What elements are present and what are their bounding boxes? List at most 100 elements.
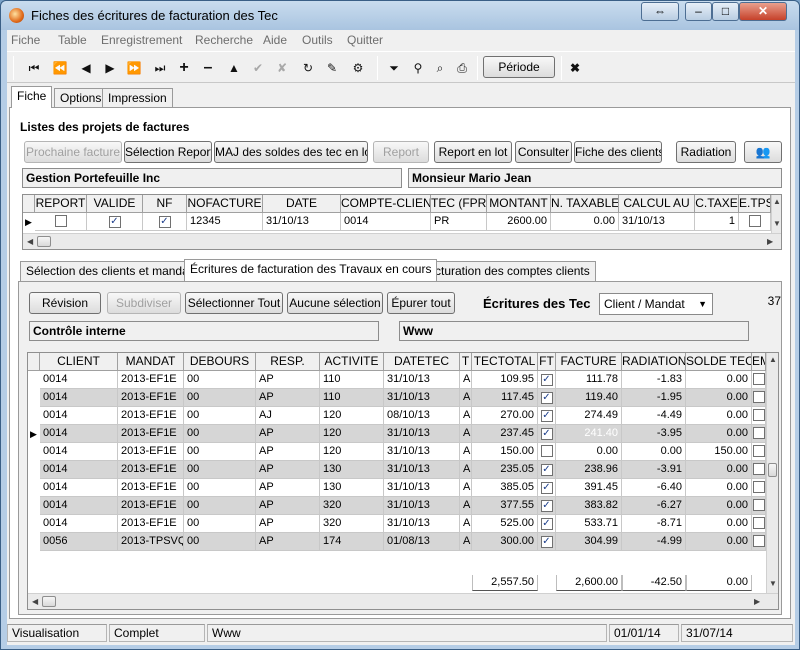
em-checkbox[interactable] xyxy=(752,463,765,475)
cell-ft[interactable]: ✓ xyxy=(538,389,556,407)
ft-checkbox[interactable]: ✓ xyxy=(540,482,553,494)
cell-montant[interactable]: 2600.00 xyxy=(487,213,551,231)
cell-debours[interactable]: 00 xyxy=(184,407,256,425)
cell-activite[interactable]: 320 xyxy=(320,515,384,533)
prochaine-facture-button[interactable]: Prochaine facture xyxy=(24,141,122,163)
cell-activite[interactable]: 110 xyxy=(320,389,384,407)
col-facture[interactable]: FACTURE xyxy=(556,353,622,371)
cell-t[interactable]: A xyxy=(460,533,472,551)
cell-client[interactable]: 0014 xyxy=(40,389,118,407)
cell-datetec[interactable]: 31/10/13 xyxy=(384,497,460,515)
cell-solde[interactable]: 0.00 xyxy=(686,407,752,425)
col-montant[interactable]: MONTANT xyxy=(487,195,551,213)
em-checkbox[interactable] xyxy=(752,391,765,403)
cell-mandat[interactable]: 2013-EF1E xyxy=(118,443,184,461)
cell-client[interactable]: 0014 xyxy=(40,407,118,425)
col-valide[interactable]: VALIDE xyxy=(87,195,143,213)
cell-debours[interactable]: 00 xyxy=(184,497,256,515)
em-checkbox[interactable] xyxy=(752,427,765,439)
cell-em[interactable] xyxy=(752,425,766,443)
cell-datetec[interactable]: 31/10/13 xyxy=(384,389,460,407)
menu-quitter[interactable]: Quitter xyxy=(347,33,383,47)
scroll-right-icon[interactable]: ▶ xyxy=(767,237,773,246)
search-icon[interactable]: ⌕ xyxy=(429,57,451,79)
cell-debours[interactable]: 00 xyxy=(184,425,256,443)
e-tps-checkbox[interactable] xyxy=(748,215,761,227)
col-resp[interactable]: RESP. xyxy=(256,353,320,371)
cell-compte-client[interactable]: 0014 xyxy=(341,213,431,231)
cell-ft[interactable] xyxy=(538,443,556,461)
cell-datetec[interactable]: 31/10/13 xyxy=(384,479,460,497)
em-checkbox[interactable] xyxy=(752,373,765,385)
cell-radiation[interactable]: -3.91 xyxy=(622,461,686,479)
menu-enregistrement[interactable]: Enregistrement xyxy=(101,33,182,47)
cell-activite[interactable]: 110 xyxy=(320,371,384,389)
cell-tectotal[interactable]: 237.45 xyxy=(472,425,538,443)
cell-em[interactable] xyxy=(752,479,766,497)
cell-solde[interactable]: 0.00 xyxy=(686,479,752,497)
scroll-down-icon[interactable]: ▼ xyxy=(773,219,781,228)
scroll-thumb[interactable] xyxy=(768,463,777,477)
tab-ecritures-facturation[interactable]: Écritures de facturation des Travaux en … xyxy=(184,259,438,281)
cell-client[interactable]: 0014 xyxy=(40,425,118,443)
cell-resp[interactable]: AP xyxy=(256,515,320,533)
cell-nf[interactable]: ✓ xyxy=(143,213,187,231)
cancel-icon[interactable]: ✘ xyxy=(271,57,293,79)
cell-facture[interactable]: 0.00 xyxy=(556,443,622,461)
cell-em[interactable] xyxy=(752,515,766,533)
client-mandat-select[interactable]: Client / Mandat ▼ xyxy=(599,293,713,315)
cell-client[interactable]: 0014 xyxy=(40,461,118,479)
col-c-taxe[interactable]: C.TAXE xyxy=(695,195,739,213)
projects-hscroll[interactable]: ◀ ▶ xyxy=(23,233,781,249)
cell-ft[interactable]: ✓ xyxy=(538,533,556,551)
filter-icon[interactable]: ⏷ xyxy=(383,57,405,79)
selectionner-tout-button[interactable]: Sélectionner Tout xyxy=(185,292,283,314)
cell-t[interactable]: A xyxy=(460,515,472,533)
cell-em[interactable] xyxy=(752,533,766,551)
cell-e-tps[interactable] xyxy=(739,213,771,231)
binoculars-icon[interactable]: ⚲ xyxy=(407,57,429,79)
cell-resp[interactable]: AP xyxy=(256,461,320,479)
ft-checkbox[interactable]: ✓ xyxy=(540,518,553,530)
cell-client[interactable]: 0014 xyxy=(40,515,118,533)
ecritures-vscroll[interactable]: ▲ ▼ xyxy=(766,353,778,593)
cell-mandat[interactable]: 2013-EF1E xyxy=(118,371,184,389)
cell-mandat[interactable]: 2013-EF1E xyxy=(118,497,184,515)
menu-aide[interactable]: Aide xyxy=(263,33,287,47)
cell-radiation[interactable]: -4.49 xyxy=(622,407,686,425)
cell-ft[interactable]: ✓ xyxy=(538,497,556,515)
cell-activite[interactable]: 120 xyxy=(320,443,384,461)
cell-client[interactable]: 0056 xyxy=(40,533,118,551)
cell-debours[interactable]: 00 xyxy=(184,533,256,551)
ft-checkbox[interactable] xyxy=(540,445,553,457)
cell-tectotal[interactable]: 385.05 xyxy=(472,479,538,497)
edit-pen-icon[interactable]: ✎ xyxy=(321,57,343,79)
scroll-up-icon[interactable]: ▲ xyxy=(773,197,781,206)
cell-tectotal[interactable]: 235.05 xyxy=(472,461,538,479)
report-en-lot-button[interactable]: Report en lot xyxy=(434,141,512,163)
cell-em[interactable] xyxy=(752,371,766,389)
cell-resp[interactable]: AP xyxy=(256,443,320,461)
maj-soldes-button[interactable]: MAJ des soldes des tec en lot xyxy=(214,141,368,163)
cell-activite[interactable]: 130 xyxy=(320,461,384,479)
col-radiation[interactable]: RADIATION xyxy=(622,353,686,371)
epurer-tout-button[interactable]: Épurer tout xyxy=(387,292,455,314)
col-ft[interactable]: FT xyxy=(538,353,556,371)
cell-activite[interactable]: 120 xyxy=(320,407,384,425)
col-calcul-au[interactable]: CALCUL AU xyxy=(619,195,695,213)
cell-radiation[interactable]: -1.83 xyxy=(622,371,686,389)
add-icon[interactable]: + xyxy=(173,57,195,79)
scroll-up-icon[interactable]: ▲ xyxy=(769,355,777,364)
cell-resp[interactable]: AP xyxy=(256,389,320,407)
cell-tectotal[interactable]: 150.00 xyxy=(472,443,538,461)
cell-mandat[interactable]: 2013-EF1E xyxy=(118,461,184,479)
cell-facture[interactable]: 274.49 xyxy=(556,407,622,425)
restore-arrows-icon[interactable]: ⇔ xyxy=(641,2,679,21)
ft-checkbox[interactable]: ✓ xyxy=(540,536,553,548)
cell-mandat[interactable]: 2013-EF1E xyxy=(118,389,184,407)
scroll-thumb[interactable] xyxy=(37,236,51,247)
cell-t[interactable]: A xyxy=(460,497,472,515)
cell-mandat[interactable]: 2013-EF1E xyxy=(118,479,184,497)
cell-em[interactable] xyxy=(752,389,766,407)
cell-tectotal[interactable]: 300.00 xyxy=(472,533,538,551)
